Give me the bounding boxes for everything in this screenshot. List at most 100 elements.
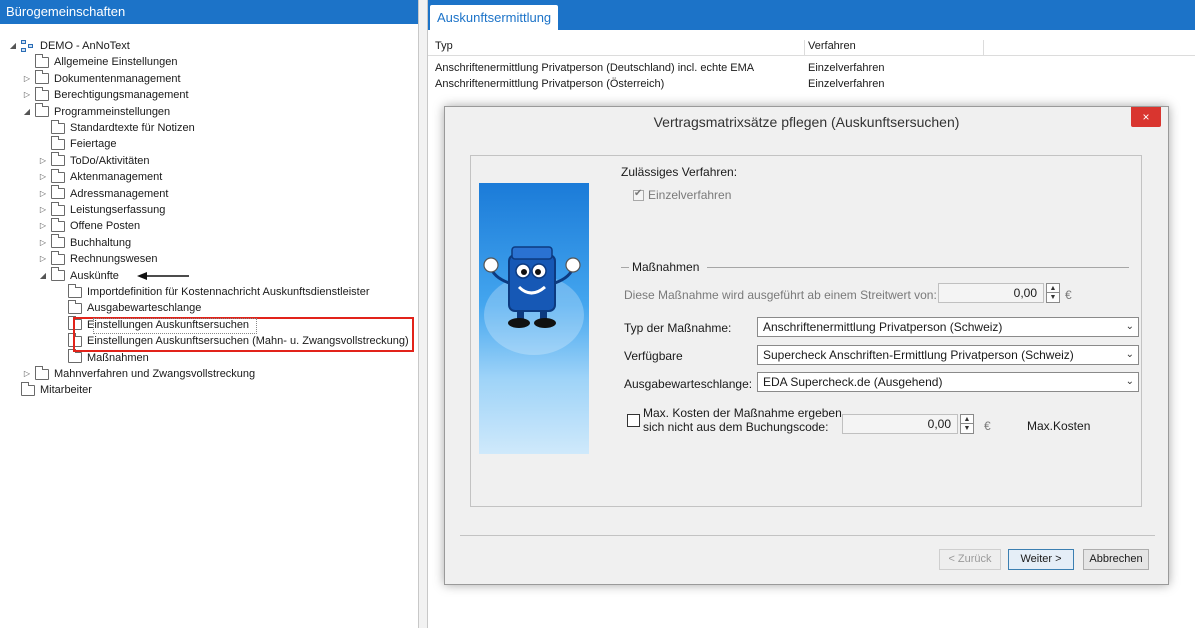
left-panel: Bürogemeinschaften ◢ DEMO - AnNoText Allge… <box>0 0 419 628</box>
verfuegbare-label: Verfügbare <box>624 349 683 363</box>
spin-down-icon[interactable]: ▼ <box>961 424 973 433</box>
max-kosten-label: Max.Kosten <box>1027 419 1091 433</box>
tree-item[interactable]: ▷ Buchhaltung <box>38 234 132 251</box>
tree-item[interactable]: ▷ Rechnungswesen <box>38 250 157 267</box>
tree-selection-focus <box>93 318 257 334</box>
ausgabewarteschlange-select[interactable]: EDA Supercheck.de (Ausgehend) ⌄ <box>757 372 1139 392</box>
folder-icon <box>51 250 65 265</box>
expanded-arrow-icon[interactable]: ◢ <box>38 268 48 284</box>
tree-item-label: Aktenmanagement <box>70 171 163 184</box>
tree-item[interactable]: Mitarbeiter <box>8 381 92 398</box>
tree-item[interactable]: ▷ Offene Posten <box>38 217 141 234</box>
streitwert-input[interactable]: 0,00 <box>938 283 1044 303</box>
collapsed-arrow-icon[interactable]: ▷ <box>38 251 48 267</box>
streitwert-stepper[interactable]: ▲ ▼ <box>1046 283 1060 303</box>
spin-down-icon[interactable]: ▼ <box>1047 293 1059 302</box>
tree-item[interactable]: ▷ Adressmanagement <box>38 185 168 202</box>
back-button[interactable]: < Zurück <box>939 549 1001 570</box>
column-divider <box>983 40 984 56</box>
dialog-content-frame: Zulässiges Verfahren: Einzelverfahren Ma… <box>470 155 1142 507</box>
collapsed-arrow-icon[interactable]: ▷ <box>22 71 32 87</box>
collapsed-arrow-icon[interactable]: ▷ <box>38 169 48 185</box>
expanded-arrow-icon[interactable]: ◢ <box>22 104 32 120</box>
tree-item[interactable]: Ausgabewarteschlange <box>55 299 202 316</box>
panel-header-buerogemeinschaften: Bürogemeinschaften <box>0 0 418 24</box>
folder-icon <box>51 267 65 282</box>
tree-item[interactable]: ◢ Programmeinstellungen <box>22 103 171 120</box>
expanded-arrow-icon[interactable]: ◢ <box>8 38 18 54</box>
max-kosten-input[interactable]: 0,00 <box>842 414 958 434</box>
einzelverfahren-checkbox[interactable] <box>633 188 644 201</box>
tree-item[interactable]: ▷ Leistungserfassung <box>38 201 165 218</box>
folder-icon <box>68 283 82 298</box>
tree-item-label: Buchhaltung <box>70 236 132 249</box>
tree-item[interactable]: ▷ Aktenmanagement <box>38 168 163 185</box>
collapsed-arrow-icon[interactable]: ▷ <box>22 87 32 103</box>
folder-icon <box>51 185 65 200</box>
arrow-annotation-icon <box>137 272 189 280</box>
cancel-button[interactable]: Abbrechen <box>1083 549 1149 570</box>
tree-item[interactable]: ◢ Auskünfte <box>38 267 119 284</box>
currency-euro-label: € <box>1065 288 1072 302</box>
panel-splitter[interactable] <box>419 0 428 628</box>
cell-typ: Anschriftenermittlung Privatperson (Deut… <box>435 62 755 74</box>
tree-item[interactable]: ▷ Berechtigungsmanagement <box>22 86 189 103</box>
collapsed-arrow-icon[interactable]: ▷ <box>22 366 32 382</box>
tree-item-label: ToDo/Aktivitäten <box>70 154 150 167</box>
max-kosten-stepper[interactable]: ▲ ▼ <box>960 414 974 434</box>
folder-icon <box>35 86 49 101</box>
right-panel-header: Auskunftsermittlung <box>428 0 1195 30</box>
collapsed-arrow-icon[interactable]: ▷ <box>38 153 48 169</box>
folder-icon <box>21 381 35 396</box>
close-button[interactable]: × <box>1131 107 1161 127</box>
typ-massnahme-label: Typ der Maßnahme: <box>624 321 732 335</box>
tree-item[interactable]: Allgemeine Einstellungen <box>22 53 178 70</box>
folder-icon <box>51 201 65 216</box>
tree-item-label: Programmeinstellungen <box>54 105 171 118</box>
tree-item[interactable]: Standardtexte für Notizen <box>38 119 195 136</box>
mascot-image <box>479 183 589 454</box>
tree-item-label: Mitarbeiter <box>40 384 92 397</box>
tree-item[interactable]: ▷ Mahnverfahren und Zwangsvollstreckung <box>22 365 255 382</box>
column-header-typ[interactable]: Typ <box>435 40 453 52</box>
typ-massnahme-value: Anschriftenermittlung Privatperson (Schw… <box>763 320 1003 334</box>
tree-item-label: Offene Posten <box>70 220 141 233</box>
tree-item[interactable]: ▷ ToDo/Aktivitäten <box>38 152 150 169</box>
close-icon: × <box>1142 110 1150 124</box>
collapsed-arrow-icon[interactable]: ▷ <box>38 186 48 202</box>
table-row[interactable]: Anschriftenermittlung Privatperson (Deut… <box>428 61 1195 76</box>
tree-item-label: Allgemeine Einstellungen <box>54 56 178 69</box>
table-row[interactable]: Anschriftenermittlung Privatperson (Öste… <box>428 77 1195 92</box>
column-header-verfahren[interactable]: Verfahren <box>808 40 856 52</box>
tree-item[interactable]: Feiertage <box>38 135 116 152</box>
next-button[interactable]: Weiter > <box>1008 549 1074 570</box>
cell-verfahren: Einzelverfahren <box>808 62 885 74</box>
collapsed-arrow-icon[interactable]: ▷ <box>38 202 48 218</box>
massnahmen-section-title: Maßnahmen <box>632 260 700 274</box>
tree-item[interactable]: Importdefinition für Kostennachricht Aus… <box>55 283 369 300</box>
tree-item-label: Ausgabewarteschlange <box>87 302 202 315</box>
spin-up-icon[interactable]: ▲ <box>1047 284 1059 293</box>
folder-icon <box>51 119 65 134</box>
folder-icon <box>51 234 65 249</box>
cell-typ: Anschriftenermittlung Privatperson (Öste… <box>435 78 665 90</box>
column-divider <box>804 40 805 56</box>
max-kosten-checkbox[interactable] <box>627 414 640 427</box>
spin-up-icon[interactable]: ▲ <box>961 415 973 424</box>
tree-item-label: Dokumentenmanagement <box>54 72 181 85</box>
typ-massnahme-select[interactable]: Anschriftenermittlung Privatperson (Schw… <box>757 317 1139 337</box>
collapsed-arrow-icon[interactable]: ▷ <box>38 235 48 251</box>
folder-icon <box>51 152 65 167</box>
section-divider <box>707 267 1129 268</box>
tab-auskunftsermittlung[interactable]: Auskunftsermittlung <box>430 5 559 30</box>
tree-item-label: Auskünfte <box>70 269 119 282</box>
tree-item[interactable]: ▷ Dokumentenmanagement <box>22 70 181 87</box>
einzelverfahren-label: Einzelverfahren <box>648 188 732 202</box>
ausgabewarteschlange-label: Ausgabewarteschlange: <box>624 377 753 391</box>
zulaessiges-verfahren-label: Zulässiges Verfahren: <box>621 165 738 179</box>
verfuegbare-select[interactable]: Supercheck Anschriften-Ermittlung Privat… <box>757 345 1139 365</box>
tree-item-label: Standardtexte für Notizen <box>70 122 195 134</box>
section-divider <box>621 267 629 268</box>
collapsed-arrow-icon[interactable]: ▷ <box>38 218 48 234</box>
tree-item[interactable]: ◢ DEMO - AnNoText <box>8 38 130 54</box>
